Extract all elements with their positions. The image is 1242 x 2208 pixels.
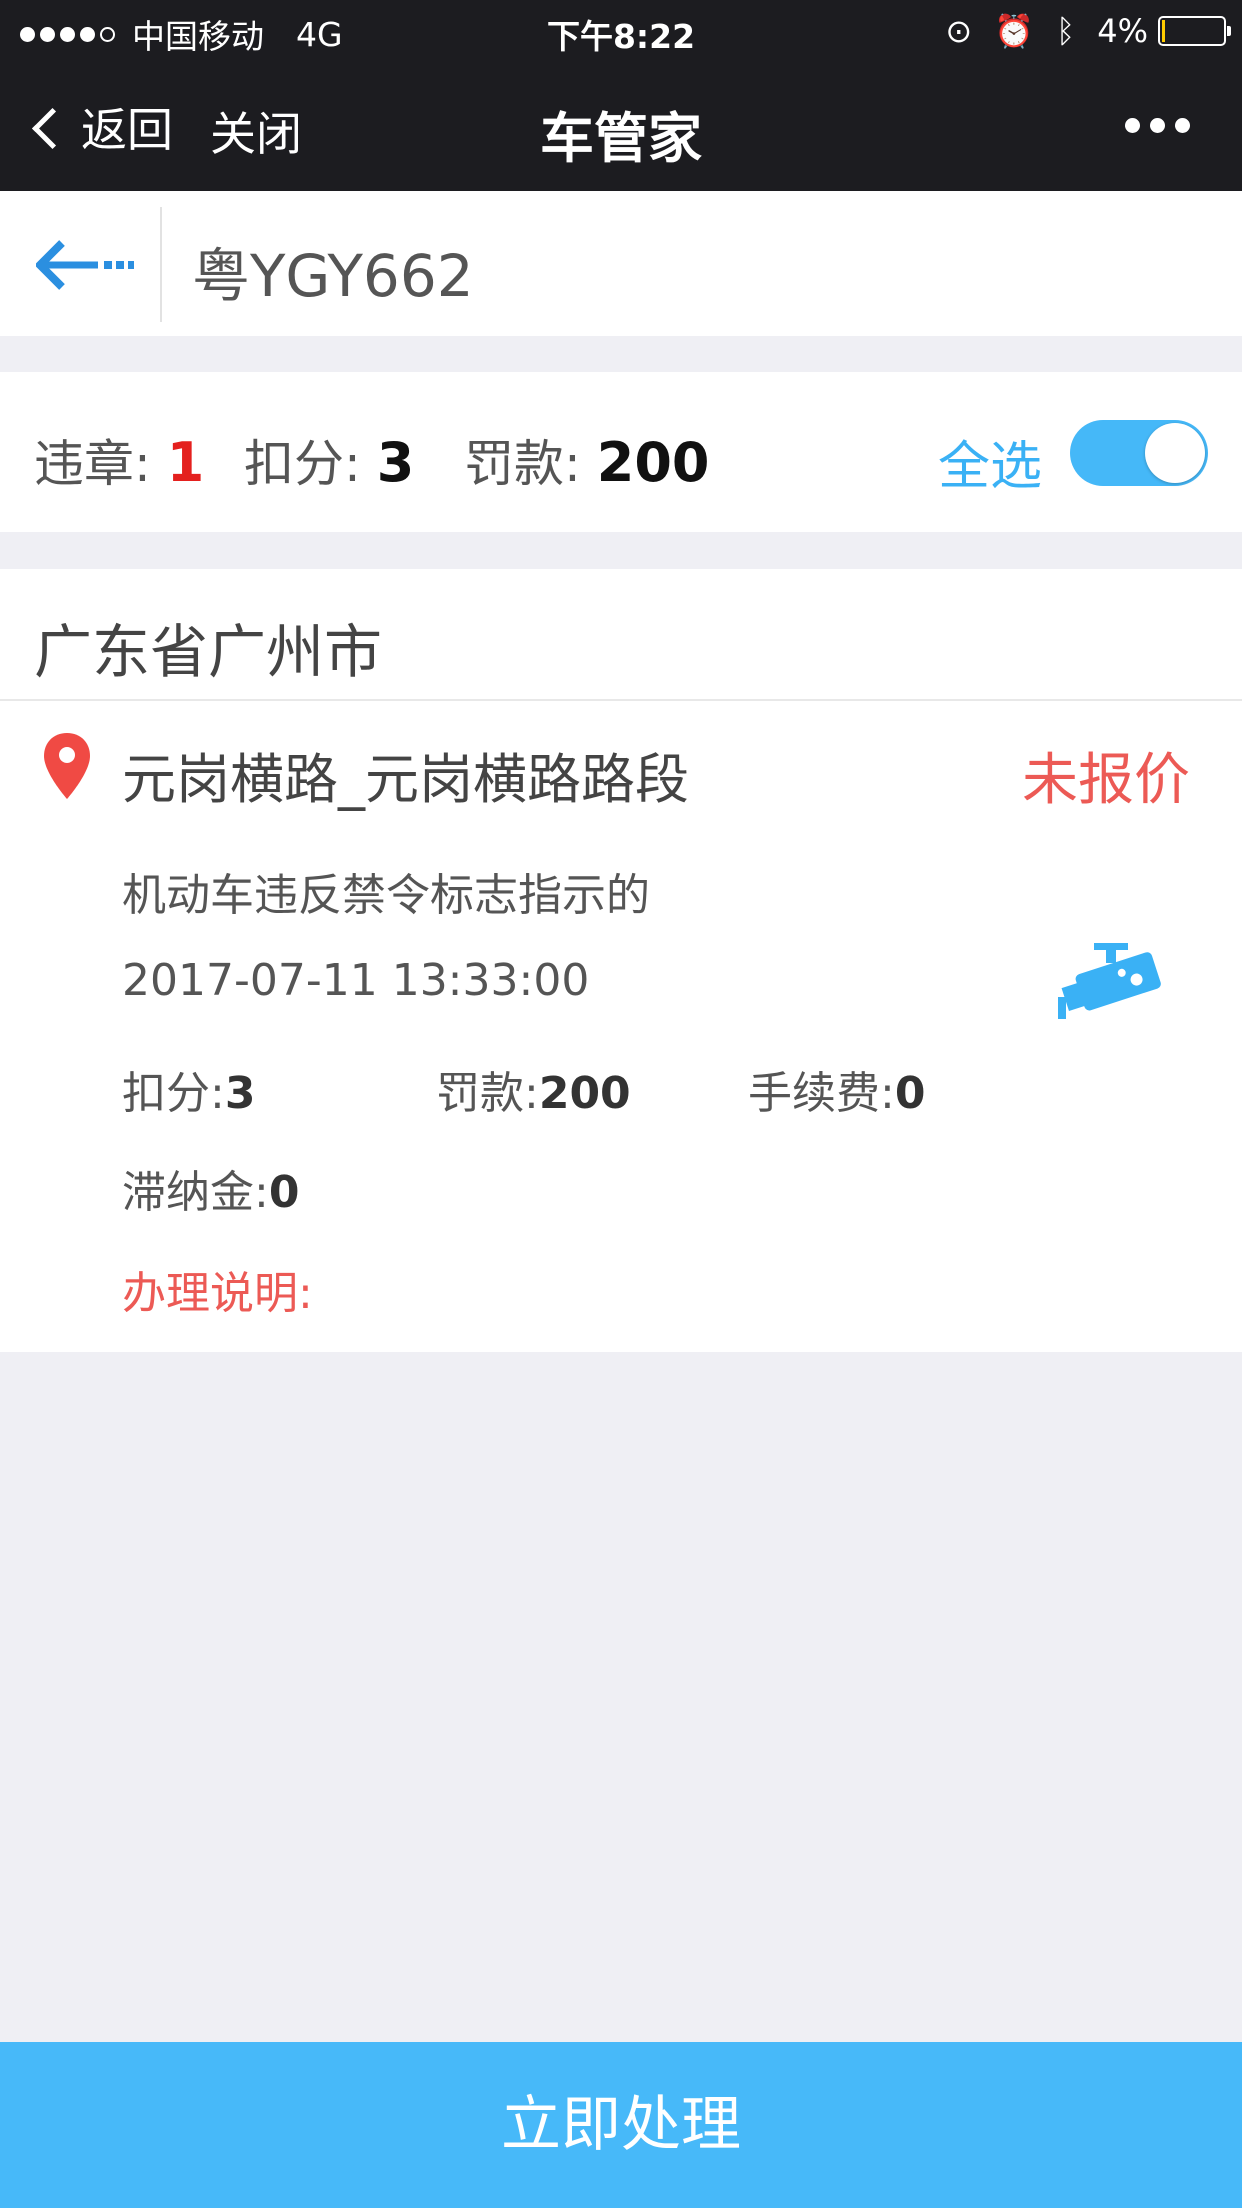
late-fee-value: 0 bbox=[268, 1167, 300, 1218]
points-detail: 扣分:3 bbox=[122, 1057, 255, 1121]
location-pin-icon bbox=[44, 733, 90, 799]
camera-icon bbox=[1058, 943, 1161, 1019]
status-bar: 中国移动 4G 下午8:22 ⊙ ⏰ ᛒ 4% bbox=[0, 0, 1242, 62]
fine-detail-label: 罚款: bbox=[436, 1068, 539, 1119]
late-fee-detail: 滞纳金:0 bbox=[122, 1156, 299, 1220]
status-right: ⊙ ⏰ ᛒ 4% bbox=[923, 12, 1231, 50]
alarm-icon: ⏰ bbox=[994, 12, 1035, 50]
points-summary: 扣分: 3 bbox=[244, 424, 414, 496]
points-label: 扣分: bbox=[244, 435, 361, 493]
battery-icon bbox=[1158, 16, 1231, 46]
violation-card: 广东省广州市 元岗横路_元岗横路路段 未报价 机动车违反禁令标志指示的 2017… bbox=[0, 569, 1242, 1352]
road-name: 元岗横路_元岗横路路段 bbox=[122, 748, 689, 811]
top-bar: 中国移动 4G 下午8:22 ⊙ ⏰ ᛒ 4% 返回 关闭 车管家 bbox=[0, 0, 1242, 191]
fee-detail: 手续费:0 bbox=[748, 1057, 925, 1121]
card-divider bbox=[0, 699, 1242, 701]
more-dot-icon bbox=[1175, 118, 1190, 133]
fine-value: 200 bbox=[596, 431, 710, 494]
page-title: 车管家 bbox=[540, 107, 702, 170]
rotation-lock-icon: ⊙ bbox=[945, 12, 973, 50]
bluetooth-icon: ᛒ bbox=[1056, 12, 1076, 50]
fine-summary: 罚款: 200 bbox=[464, 424, 710, 496]
more-options-button[interactable] bbox=[1115, 118, 1190, 133]
points-value: 3 bbox=[376, 431, 415, 494]
header-divider bbox=[160, 207, 162, 322]
violation-summary: 违章: 1 扣分: 3 罚款: 200 全选 bbox=[0, 372, 1242, 532]
plate-header: 粤YGY662 bbox=[0, 191, 1242, 336]
fee-detail-label: 手续费: bbox=[748, 1068, 895, 1119]
handling-instructions-link[interactable]: 办理说明: bbox=[122, 1257, 313, 1321]
points-detail-label: 扣分: bbox=[122, 1068, 225, 1119]
toggle-knob bbox=[1145, 423, 1205, 483]
fine-detail: 罚款:200 bbox=[436, 1057, 631, 1121]
process-now-button[interactable]: 立即处理 bbox=[0, 2042, 1242, 2208]
fine-detail-value: 200 bbox=[538, 1068, 631, 1119]
violation-description: 机动车违反禁令标志指示的 bbox=[122, 870, 650, 921]
more-dot-icon bbox=[1150, 118, 1165, 133]
nav-bar: 返回 关闭 车管家 bbox=[0, 62, 1242, 191]
fee-detail-value: 0 bbox=[894, 1068, 926, 1119]
violation-label: 违章: bbox=[34, 435, 151, 493]
fine-label: 罚款: bbox=[464, 435, 581, 493]
battery-percent: 4% bbox=[1097, 12, 1148, 50]
more-dot-icon bbox=[1125, 118, 1140, 133]
violation-value: 1 bbox=[166, 431, 205, 494]
plate-number: 粤YGY662 bbox=[192, 242, 474, 310]
back-arrow-icon[interactable] bbox=[36, 239, 136, 291]
violation-count: 违章: 1 bbox=[34, 424, 204, 496]
points-detail-value: 3 bbox=[224, 1068, 256, 1119]
select-all-toggle[interactable] bbox=[1070, 420, 1208, 486]
late-fee-label: 滞纳金: bbox=[122, 1167, 269, 1218]
region-title: 广东省广州市 bbox=[34, 618, 383, 686]
quote-status: 未报价 bbox=[1022, 748, 1190, 813]
select-all-label[interactable]: 全选 bbox=[938, 424, 1042, 499]
violation-datetime: 2017-07-11 13:33:00 bbox=[122, 955, 590, 1006]
